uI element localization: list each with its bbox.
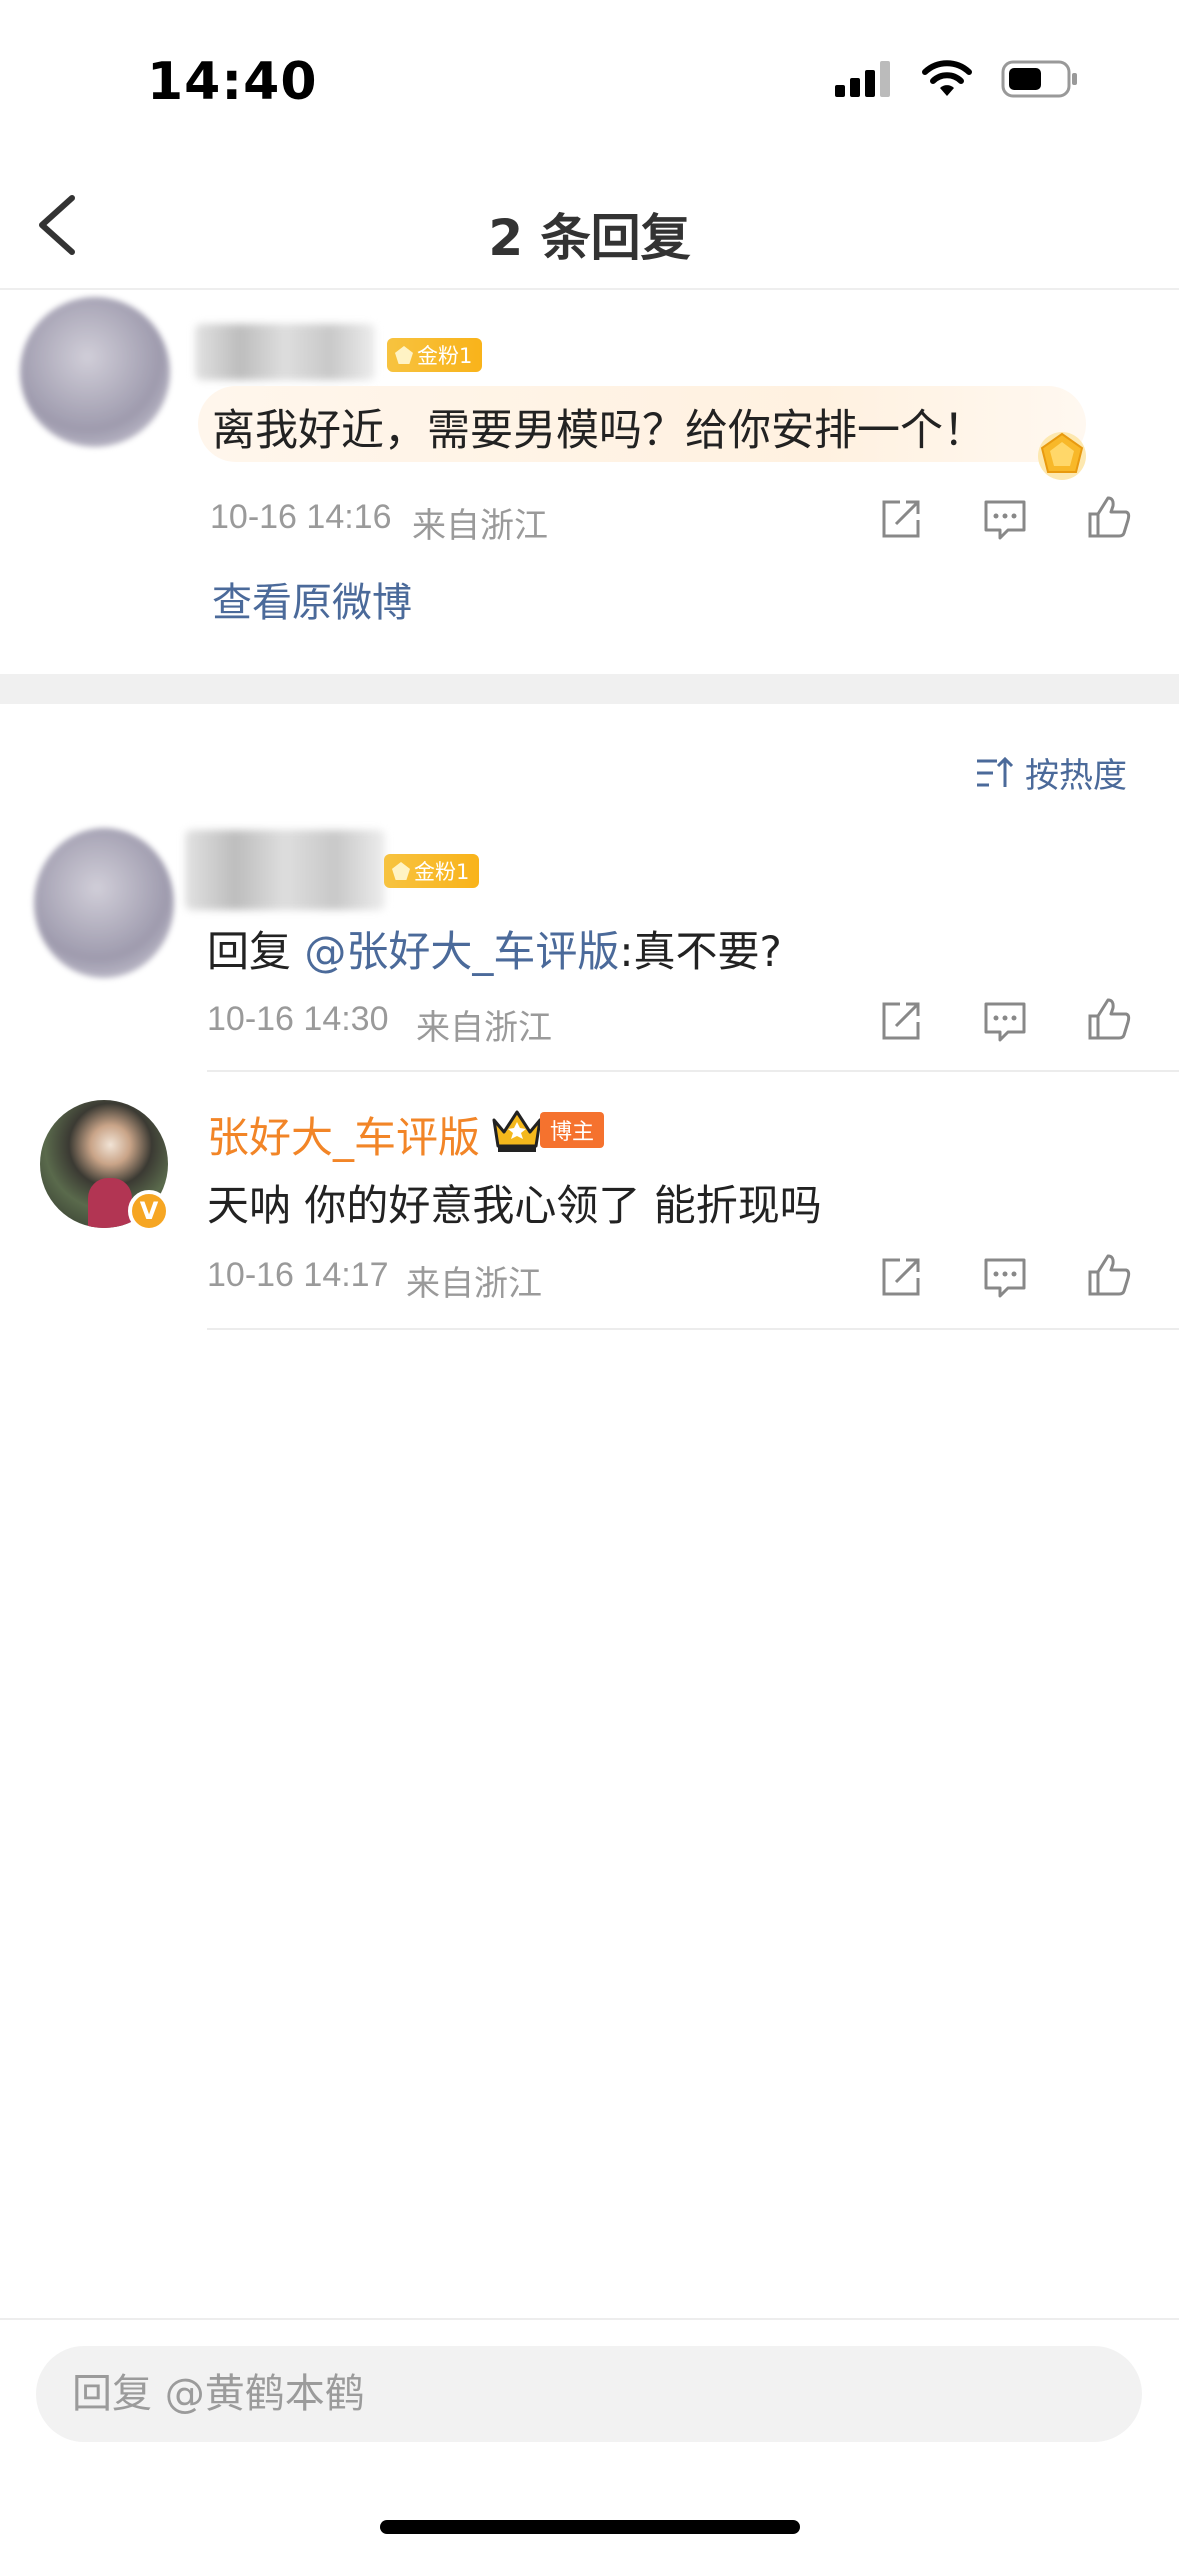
like-icon[interactable]	[1086, 494, 1132, 540]
reply-input[interactable]	[36, 2346, 1142, 2442]
sort-label: 按热度	[1025, 756, 1127, 796]
sort-by-popularity-button[interactable]: 按热度	[975, 748, 1127, 797]
battery-icon	[1001, 60, 1077, 98]
page-title: 2 条回复	[488, 209, 691, 267]
share-icon[interactable]	[878, 1254, 924, 1300]
row-divider	[207, 1070, 1179, 1072]
cellular-signal-icon	[835, 61, 890, 97]
reply-content: :真不要?	[619, 927, 782, 976]
share-icon[interactable]	[878, 998, 924, 1044]
home-indicator[interactable]	[380, 2520, 800, 2534]
gold-fan-decoration-icon	[1038, 432, 1086, 480]
share-icon[interactable]	[878, 496, 924, 542]
like-icon[interactable]	[1086, 996, 1132, 1042]
fan-badge-label: 金粉1	[417, 344, 473, 368]
reply-time: 10-16 14:30	[207, 1000, 389, 1038]
wifi-icon	[922, 60, 972, 96]
comment-text: 离我好近，需要男模吗？给你安排一个！	[212, 406, 986, 456]
gem-icon	[395, 346, 413, 364]
reply-prefix: 回复	[207, 927, 305, 976]
row-divider	[207, 1328, 1179, 1330]
like-icon[interactable]	[1086, 1252, 1132, 1298]
view-original-post-link[interactable]: 查看原微博	[212, 570, 412, 628]
comment-icon[interactable]	[982, 998, 1028, 1044]
username[interactable]: 张好大_车评版	[207, 1104, 480, 1165]
status-bar: 14:40	[0, 0, 1179, 150]
crown-icon	[492, 1110, 542, 1152]
sort-icon	[977, 756, 1014, 787]
status-time: 14:40	[147, 52, 318, 112]
section-divider	[0, 674, 1179, 704]
comment-time: 10-16 14:16	[210, 498, 392, 536]
avatar[interactable]	[34, 828, 174, 978]
comment-location: 来自浙江	[412, 507, 548, 545]
navigation-bar: 2 条回复	[0, 160, 1179, 290]
avatar[interactable]	[20, 297, 170, 447]
reply-text: 天呐 你的好意我心领了 能折现吗	[207, 1181, 822, 1230]
fan-badge: 金粉1	[387, 338, 483, 372]
username-redacted[interactable]	[195, 324, 375, 380]
comment-icon[interactable]	[982, 496, 1028, 542]
status-icons	[835, 60, 1079, 98]
reply-input-bar	[0, 2318, 1179, 2556]
reply-location: 来自浙江	[406, 1265, 542, 1303]
fan-badge: 金粉1	[384, 854, 480, 888]
mention-link[interactable]: @张好大_车评版	[304, 927, 619, 976]
blogger-badge: 博主	[540, 1112, 605, 1148]
comment-icon[interactable]	[982, 1254, 1028, 1300]
reply-location: 来自浙江	[416, 1009, 552, 1047]
fan-badge-label: 金粉1	[414, 860, 470, 884]
username-redacted[interactable]	[185, 830, 385, 910]
gem-icon	[392, 862, 410, 880]
reply-time: 10-16 14:17	[207, 1256, 389, 1294]
reply-text: 回复 @张好大_车评版:真不要?	[207, 918, 782, 979]
verified-badge-icon: V	[128, 1190, 170, 1232]
original-comment: 金粉1 离我好近，需要男模吗？给你安排一个！ 10-16 14:16 来自浙江 …	[0, 292, 1179, 674]
